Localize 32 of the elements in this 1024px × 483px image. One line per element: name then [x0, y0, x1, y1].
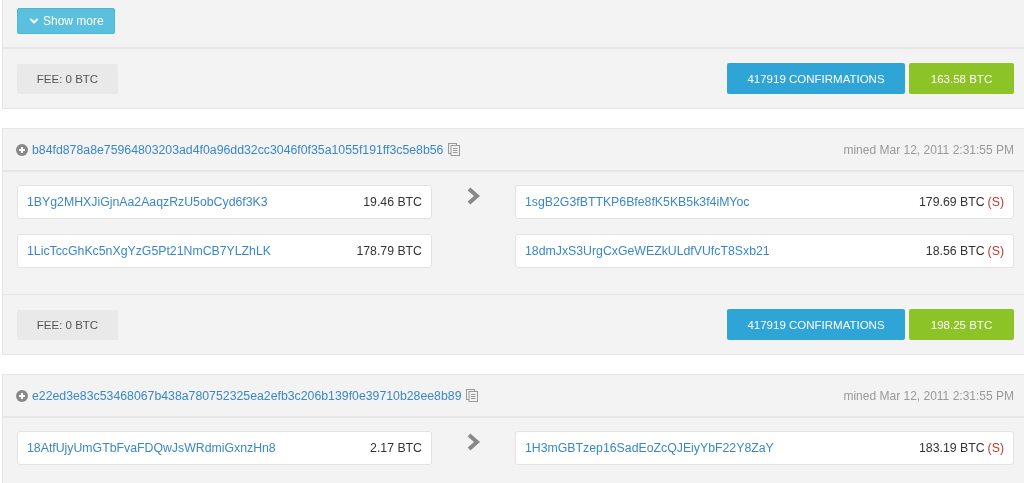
transaction-hash-link[interactable]: b84fd878a8e75964803203ad4f0a96dd32cc3046f0f35a1055f191ff3c5e8b56: [32, 142, 444, 157]
copy-icon[interactable]: [448, 143, 461, 156]
fee-label: FEE: 0 BTC: [17, 309, 118, 340]
amount: 179.69 BTC: [918, 195, 985, 209]
copy-icon[interactable]: [466, 389, 479, 402]
amount: 183.19 BTC: [918, 441, 985, 455]
confirmations-badge: 417919 CONFIRMATIONS: [727, 63, 905, 94]
address-link[interactable]: 1BYg2MHXJiGjnAa2AaqzRzU5obCyd6f3K3: [27, 195, 268, 209]
mined-time: mined Mar 12, 2011 2:31:55 PM: [843, 388, 1014, 403]
total-amount-badge: 163.58 BTC: [909, 63, 1014, 94]
plus-circle-icon[interactable]: [16, 143, 28, 156]
address-link[interactable]: 18dmJxS3UrgCxGeWEZkULdfVUfcT8Sxb21: [525, 244, 770, 258]
total-amount-badge: 198.25 BTC: [909, 309, 1014, 340]
amount: 2.17 BTC: [370, 441, 422, 455]
address-link[interactable]: 1sgB2G3fBTTKP6Bfe8fK5KB5k3f4iMYoc: [525, 195, 750, 209]
spent-mark: (S): [987, 195, 1004, 209]
chevron-right-icon: [466, 433, 481, 451]
spent-mark: (S): [987, 244, 1004, 258]
amount: 18.56 BTC: [925, 244, 985, 258]
amount: 178.79 BTC: [356, 244, 422, 258]
address-link[interactable]: 1LicTccGhKc5nXgYzG5Pt21NmCB7YLZhLK: [27, 244, 271, 258]
show-more-button[interactable]: Show more: [17, 8, 115, 34]
confirmations-badge: 417919 CONFIRMATIONS: [727, 309, 905, 340]
address-link[interactable]: 1H3mGBTzep16SadEoZcQJEiyYbF22Y8ZaY: [525, 441, 774, 455]
mined-time: mined Mar 12, 2011 2:31:55 PM: [843, 142, 1014, 157]
transaction-hash-link[interactable]: e22ed3e83c53468067b438a780752325ea2efb3c206b139f0e39710b28ee8b89: [32, 388, 462, 403]
amount: 19.46 BTC: [363, 195, 422, 209]
fee-label: FEE: 0 BTC: [17, 63, 118, 94]
spent-mark: (S): [987, 441, 1004, 455]
chevron-right-icon: [466, 187, 481, 205]
address-link[interactable]: 18AtfUjyUmGTbFvaFDQwJsWRdmiGxnzHn8: [27, 441, 276, 455]
plus-circle-icon[interactable]: [16, 389, 28, 402]
